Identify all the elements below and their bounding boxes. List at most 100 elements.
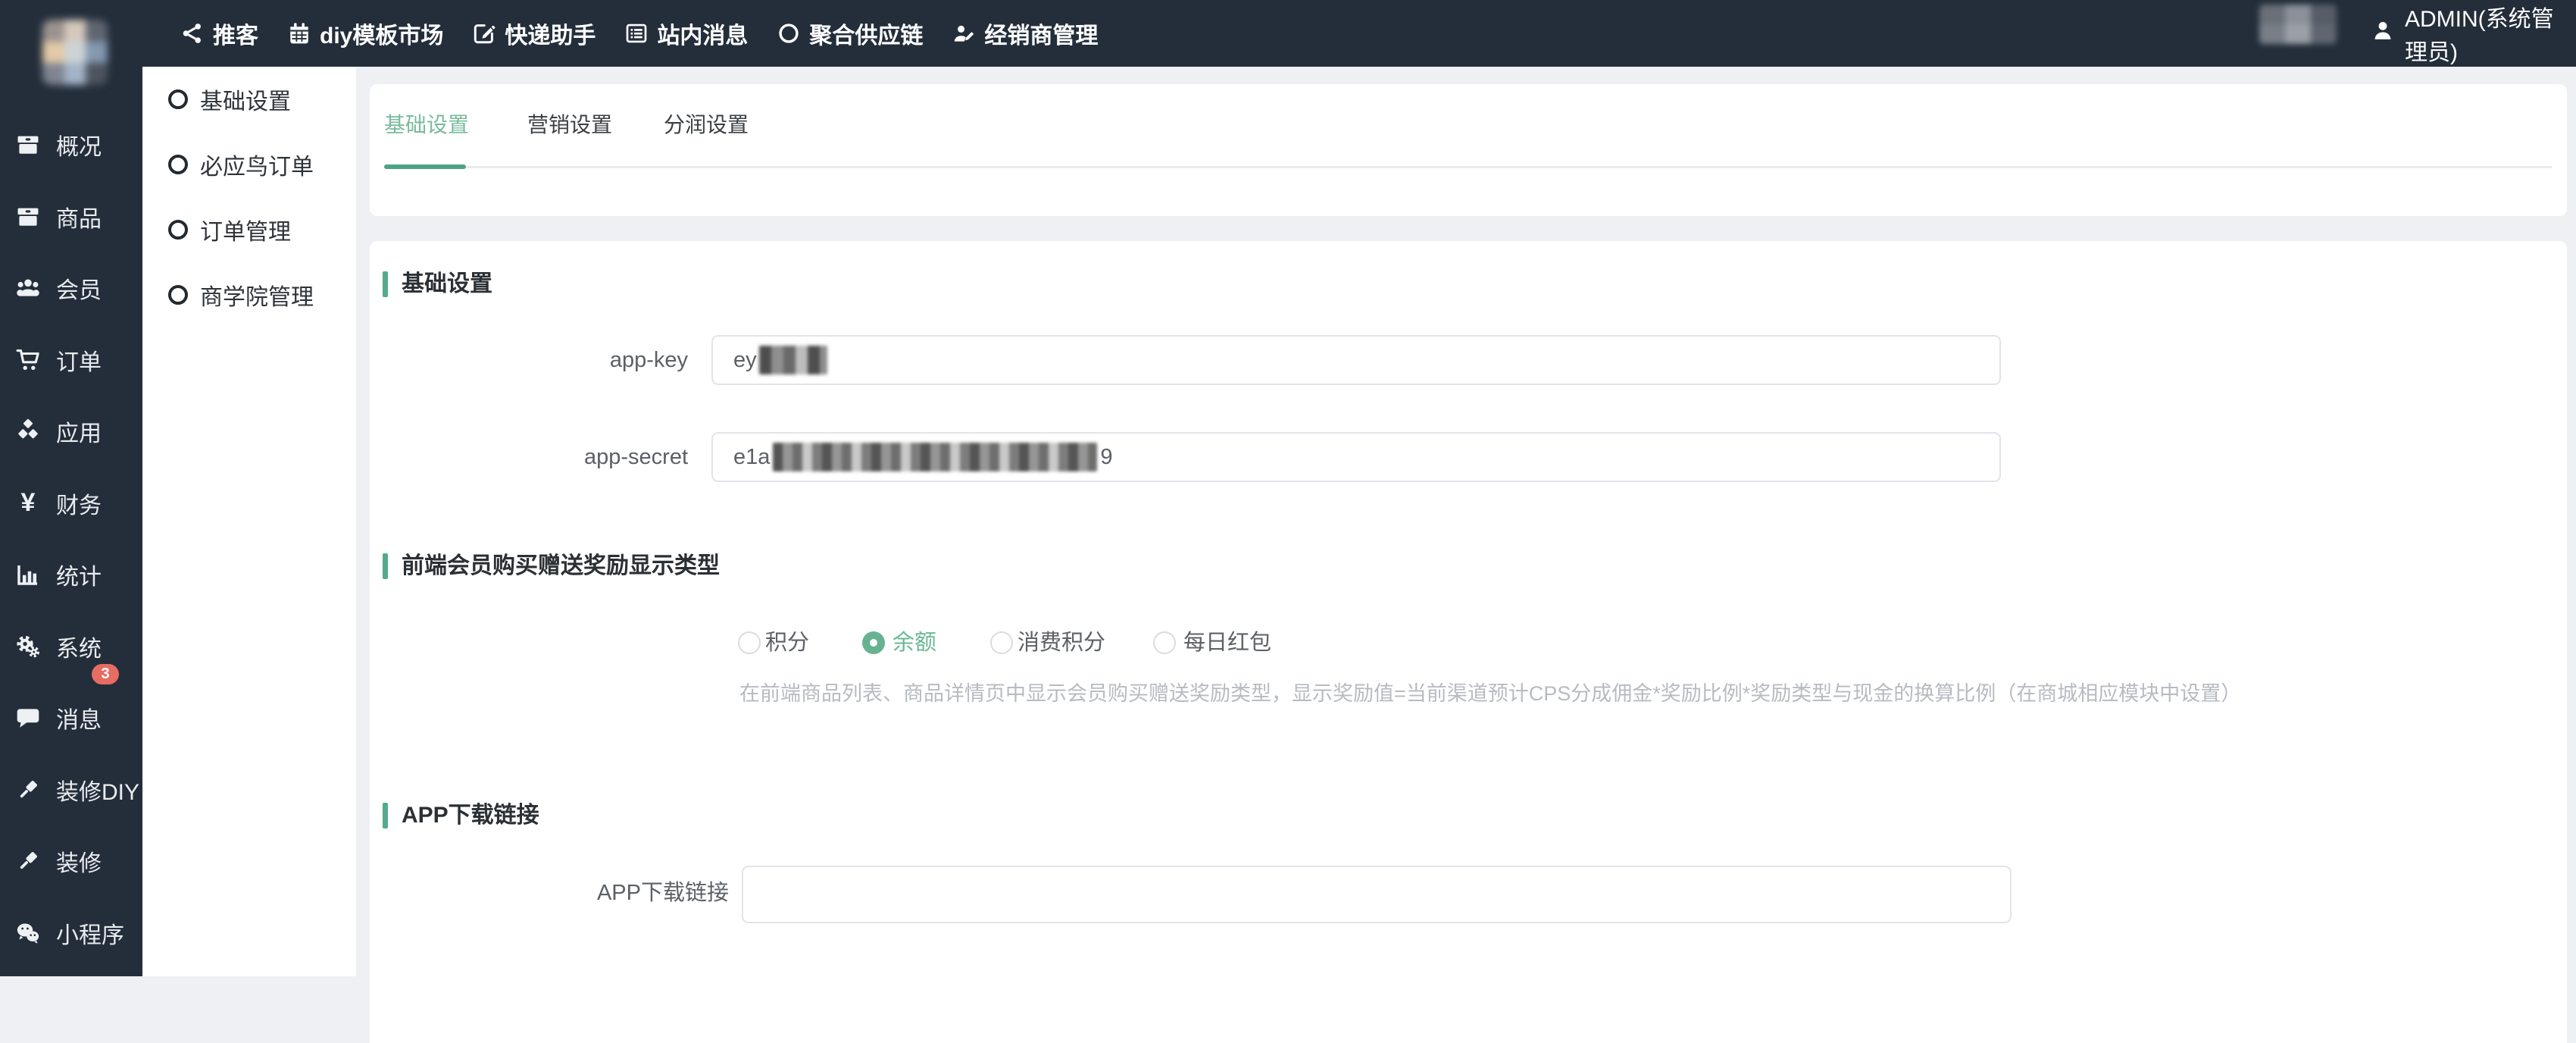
- radio-consume-points-label[interactable]: 消费积分: [1018, 630, 1105, 656]
- calendar-icon: [287, 21, 311, 45]
- box-icon: [0, 204, 56, 230]
- settings-card: 基础设置 app-key ey app-secret e1a 9 前端会员购买赠…: [370, 241, 2567, 1043]
- sidebar-item-decorate-diy[interactable]: 装修DIY: [0, 754, 142, 826]
- wechat-icon: [0, 920, 56, 946]
- topnav: 推客 diy模板市场 快递助手 站内消息 聚合供应链 经销商管理: [180, 0, 1098, 67]
- yen-icon: ¥: [0, 488, 56, 518]
- section-accent-bar: [383, 803, 388, 828]
- sidebar: 概况 商品 会员 订单 应用 ¥ 财务 统计 系统: [0, 0, 142, 976]
- radio-points[interactable]: [738, 631, 761, 654]
- topnav-item-express-helper[interactable]: 快递助手: [472, 17, 596, 50]
- topnav-label: 站内消息: [657, 17, 748, 50]
- radio-points-label[interactable]: 积分: [765, 630, 809, 656]
- redacted-app-key: [759, 346, 827, 374]
- tabs-card: 基础设置 营销设置 分润设置: [370, 84, 2567, 216]
- topbar: 推客 diy模板市场 快递助手 站内消息 聚合供应链 经销商管理 ADMIN(系…: [0, 0, 2576, 67]
- archive-icon: [0, 132, 56, 158]
- sidebar-item-system[interactable]: 系统: [0, 611, 142, 683]
- topnav-label: 聚合供应链: [809, 17, 923, 50]
- radio-consume-points[interactable]: [990, 631, 1013, 654]
- users-icon: [0, 275, 56, 301]
- sidebar-item-label: 商品: [56, 200, 102, 233]
- topnav-label: 推客: [213, 17, 258, 50]
- circle-icon: [168, 220, 188, 240]
- section-title-app-link: APP下载链接: [402, 803, 539, 828]
- submenu: 基础设置 必应鸟订单 订单管理 商学院管理: [142, 67, 356, 976]
- circle-icon: [777, 21, 801, 45]
- gavel-icon: [0, 848, 56, 874]
- edit-icon: [472, 21, 496, 45]
- topnav-label: diy模板市场: [320, 17, 443, 50]
- bulletin-icon: [624, 21, 649, 45]
- sidebar-item-label: 统计: [56, 558, 102, 591]
- app-key-input[interactable]: ey: [711, 335, 2001, 385]
- sidebar-item-label: 装修: [56, 844, 102, 878]
- cubes-icon: [0, 418, 56, 444]
- topnav-label: 快递助手: [505, 17, 596, 50]
- app-secret-value-prefix: e1a: [733, 445, 770, 470]
- tab-profit-settings[interactable]: 分润设置: [664, 84, 749, 166]
- app-key-label: app-key: [370, 347, 688, 373]
- cart-icon: [0, 347, 56, 373]
- radio-daily-redpacket-label[interactable]: 每日红包: [1183, 630, 1271, 656]
- submenu-item-academy-management[interactable]: 商学院管理: [142, 262, 356, 327]
- tab-marketing-settings[interactable]: 营销设置: [527, 84, 612, 166]
- section-accent-bar: [383, 553, 388, 579]
- app-link-input[interactable]: [742, 866, 2012, 923]
- bar-chart-icon: [0, 562, 56, 587]
- app-secret-input[interactable]: e1a 9: [711, 432, 2001, 482]
- submenu-item-basic-settings[interactable]: 基础设置: [142, 67, 356, 132]
- submenu-item-label: 订单管理: [200, 213, 291, 246]
- sidebar-item-overview[interactable]: 概况: [0, 109, 142, 181]
- account-menu[interactable]: ADMIN(系统管理员): [2370, 0, 2576, 67]
- topnav-label: 经销商管理: [984, 17, 1098, 50]
- sidebar-item-label: 会员: [56, 271, 102, 305]
- topnav-item-diy-market[interactable]: diy模板市场: [287, 17, 443, 50]
- radio-balance-label[interactable]: 余额: [893, 630, 936, 656]
- sidebar-item-label: 系统: [56, 630, 102, 663]
- section-accent-bar: [383, 271, 388, 297]
- share-icon: [180, 21, 205, 45]
- app-link-label: APP下载链接: [370, 880, 729, 906]
- main-content: 基础设置 营销设置 分润设置 基础设置 app-key ey app-secre…: [356, 67, 2576, 976]
- tab-basic-settings[interactable]: 基础设置: [384, 84, 469, 166]
- topnav-item-supply-chain[interactable]: 聚合供应链: [777, 17, 923, 50]
- blurred-username: [2259, 5, 2337, 44]
- section-title-reward: 前端会员购买赠送奖励显示类型: [402, 553, 720, 579]
- submenu-item-label: 商学院管理: [200, 278, 314, 312]
- submenu-item-order-management[interactable]: 订单管理: [142, 197, 356, 262]
- sidebar-item-label: 订单: [56, 343, 102, 377]
- sidebar-item-label: 消息: [56, 701, 102, 734]
- user-edit-icon: [952, 21, 976, 45]
- sidebar-item-finance[interactable]: ¥ 财务: [0, 468, 142, 540]
- sidebar-item-statistics[interactable]: 统计: [0, 539, 142, 611]
- sidebar-item-label: 小程序: [56, 916, 124, 950]
- app-logo: [42, 20, 108, 85]
- sidebar-item-products[interactable]: 商品: [0, 181, 142, 253]
- submenu-item-label: 基础设置: [200, 83, 291, 116]
- sidebar-item-decorate[interactable]: 装修: [0, 825, 142, 897]
- sidebar-item-apps[interactable]: 应用: [0, 396, 142, 468]
- gears-icon: [0, 634, 56, 659]
- topnav-item-tuike[interactable]: 推客: [180, 17, 258, 50]
- circle-icon: [168, 155, 188, 174]
- sidebar-item-orders[interactable]: 订单: [0, 324, 142, 396]
- active-tab-indicator: [384, 164, 466, 169]
- unread-badge: 3: [92, 664, 119, 684]
- account-label: ADMIN(系统管理员): [2405, 0, 2576, 67]
- app-key-value: ey: [733, 348, 757, 373]
- submenu-item-label: 必应鸟订单: [200, 148, 314, 181]
- sidebar-item-mini-program[interactable]: 小程序: [0, 897, 142, 969]
- sidebar-item-messages[interactable]: 消息 3: [0, 682, 142, 754]
- tab-track: [384, 166, 2552, 168]
- topnav-item-dealer-management[interactable]: 经销商管理: [952, 17, 1098, 50]
- radio-daily-redpacket[interactable]: [1153, 631, 1176, 654]
- chat-icon: [0, 705, 56, 731]
- sidebar-item-members[interactable]: 会员: [0, 252, 142, 324]
- sidebar-item-label: 装修DIY: [56, 773, 139, 807]
- user-icon: [2370, 17, 2396, 49]
- app-secret-value-suffix: 9: [1100, 445, 1112, 470]
- submenu-item-bird-orders[interactable]: 必应鸟订单: [142, 132, 356, 197]
- topnav-item-site-messages[interactable]: 站内消息: [624, 17, 748, 50]
- radio-balance[interactable]: [862, 631, 885, 654]
